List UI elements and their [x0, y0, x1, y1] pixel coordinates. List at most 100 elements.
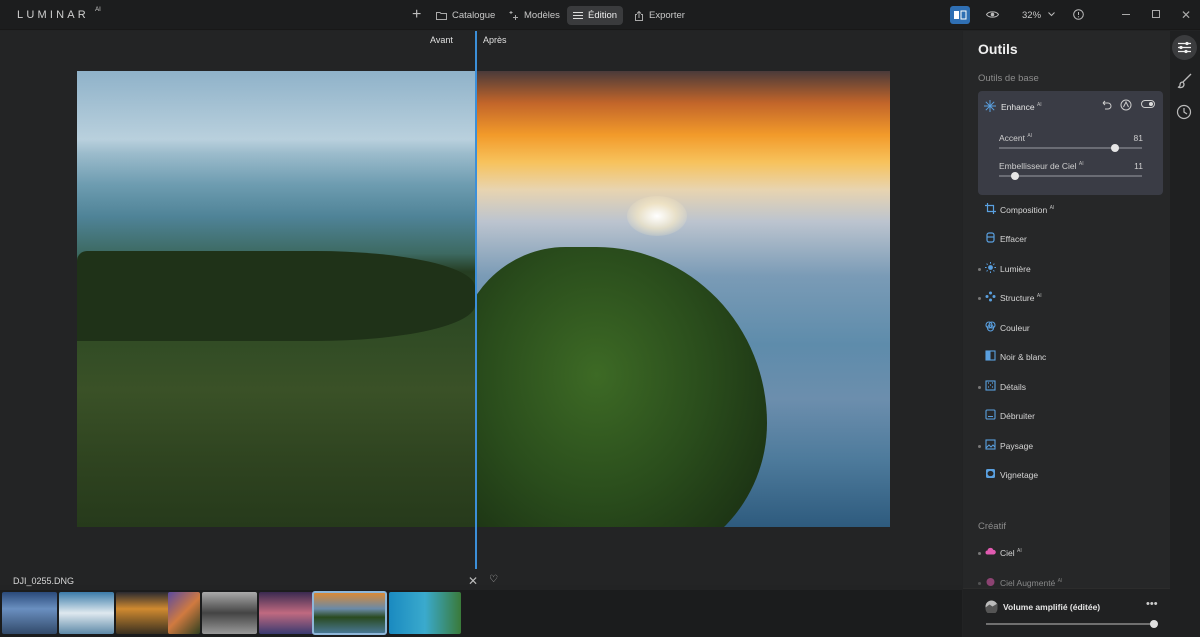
thumbnail[interactable] — [202, 592, 257, 634]
preset-amount-slider[interactable] — [986, 623, 1152, 625]
compare-icon — [954, 10, 967, 20]
accent-slider[interactable] — [999, 144, 1142, 152]
thumbnail[interactable] — [259, 592, 314, 634]
tool-sky[interactable]: Ciel AI — [978, 543, 1163, 567]
photo-before — [77, 71, 475, 527]
maximize-button[interactable] — [1152, 10, 1160, 18]
tools-panel-button[interactable] — [1172, 35, 1197, 60]
sky-enhancer-slider-value: 11 — [1134, 161, 1143, 171]
heart-icon[interactable]: ♡ — [489, 574, 498, 585]
thumbnail[interactable] — [59, 592, 114, 634]
thumbnail[interactable] — [168, 592, 200, 634]
folder-icon — [436, 12, 447, 20]
compare-split-handle[interactable] — [475, 31, 477, 569]
export-tab[interactable]: Exporter — [628, 6, 691, 25]
accent-slider-label: Accent AI — [999, 133, 1033, 143]
more-options-icon[interactable]: ••• — [1146, 598, 1158, 610]
file-name: DJI_0255.DNG — [13, 576, 75, 586]
close-window-button[interactable]: ✕ — [1181, 8, 1191, 22]
landscape-icon — [985, 439, 996, 450]
tool-label: Composition AI — [1000, 205, 1055, 215]
tool-visibility-toggle[interactable] — [1141, 100, 1155, 108]
vignette-icon — [986, 469, 995, 478]
tool-label: Ciel Augmenté AI — [1000, 578, 1063, 588]
forest-area — [77, 251, 475, 341]
thumbnail[interactable] — [389, 592, 461, 634]
accent-slider-value: 81 — [1133, 133, 1143, 143]
edit-label: Édition — [588, 10, 618, 21]
app-logo: LUMINAR AI — [17, 7, 101, 21]
sun-glare — [627, 196, 687, 236]
filmstrip — [0, 590, 962, 637]
help-icon[interactable] — [1073, 9, 1084, 20]
tool-landscape[interactable]: Paysage — [978, 436, 1163, 460]
tool-vignette[interactable]: Vignetage — [978, 465, 1163, 489]
export-label: Exporter — [649, 10, 685, 21]
eye-icon[interactable] — [986, 9, 999, 20]
minimize-button[interactable] — [1122, 14, 1130, 15]
tool-erase[interactable]: Effacer — [978, 229, 1163, 253]
augmented-sky-icon — [986, 578, 995, 586]
section-creative: Créatif — [978, 521, 1006, 532]
brush-icon[interactable] — [1177, 73, 1193, 89]
island-forest — [477, 247, 767, 527]
catalog-tab[interactable]: Catalogue — [430, 6, 501, 25]
tool-light[interactable]: Lumière — [978, 259, 1163, 283]
expand-dot — [978, 268, 981, 271]
tool-denoise[interactable]: Débruiter — [978, 406, 1163, 430]
sparkle-icon — [509, 11, 518, 20]
close-icon[interactable]: ✕ — [468, 574, 478, 588]
tool-details[interactable]: Détails — [978, 377, 1163, 401]
preset-name: Volume amplifié (éditée) — [1003, 602, 1101, 612]
crop-icon — [985, 203, 996, 214]
sky-icon — [985, 547, 996, 555]
enhance-tool-card: Enhance AI Accent AI 81 Embellisseur de … — [978, 91, 1163, 195]
sky-enhancer-slider-knob[interactable] — [1010, 172, 1019, 180]
tool-label: Couleur — [1000, 323, 1030, 333]
tool-label: Vignetage — [1000, 470, 1039, 480]
sky-enhancer-slider[interactable] — [999, 172, 1142, 180]
tool-structure[interactable]: Structure AI — [978, 288, 1163, 312]
thumbnail[interactable] — [116, 592, 171, 634]
tool-label: Noir & blanc — [1000, 352, 1047, 362]
preset-icon — [985, 600, 998, 613]
preset-amount-knob[interactable] — [1150, 620, 1158, 628]
tool-composition[interactable]: Composition AI — [978, 200, 1163, 224]
thumbnail[interactable] — [2, 592, 57, 634]
thumbnail-selected[interactable] — [312, 591, 387, 635]
chevron-down-icon[interactable] — [1048, 12, 1055, 17]
add-photos-button[interactable]: + — [406, 5, 427, 24]
photo-after — [477, 71, 890, 527]
edit-tab[interactable]: Édition — [567, 6, 624, 25]
after-label: Après — [483, 35, 507, 45]
expand-dot — [978, 582, 981, 585]
templates-tab[interactable]: Modèles — [502, 6, 566, 25]
mask-icon[interactable] — [1120, 99, 1132, 111]
compare-toggle-button[interactable] — [950, 6, 970, 24]
sky-enhancer-slider-label: Embellisseur de Ciel AI — [999, 161, 1084, 171]
tools-panel: Outils Outils de base Enhance AI Accent … — [963, 31, 1170, 637]
tool-label: Paysage — [1000, 441, 1034, 451]
eraser-icon — [986, 232, 995, 243]
templates-label: Modèles — [524, 10, 560, 21]
expand-dot — [978, 445, 981, 448]
denoise-icon — [985, 409, 996, 420]
tool-label: Ciel AI — [1000, 548, 1022, 558]
enhance-sparkle-icon — [984, 100, 996, 112]
sun-icon — [985, 262, 996, 273]
enhance-tool-header[interactable]: Enhance AI — [978, 91, 1163, 121]
accent-slider-knob[interactable] — [1110, 144, 1119, 152]
expand-dot — [978, 297, 981, 300]
tool-label: Débruiter — [1000, 411, 1035, 421]
history-icon[interactable] — [1176, 104, 1192, 120]
expand-dot — [978, 386, 981, 389]
tool-black-white[interactable]: Noir & blanc — [978, 347, 1163, 371]
color-icon — [985, 321, 996, 332]
zoom-level[interactable]: 32% — [1022, 10, 1041, 21]
section-basic-tools: Outils de base — [978, 73, 1039, 84]
undo-icon[interactable] — [1100, 99, 1112, 111]
panel-title: Outils — [978, 41, 1018, 57]
details-icon — [985, 380, 996, 391]
tool-label: Effacer — [1000, 234, 1027, 244]
tool-color[interactable]: Couleur — [978, 318, 1163, 342]
